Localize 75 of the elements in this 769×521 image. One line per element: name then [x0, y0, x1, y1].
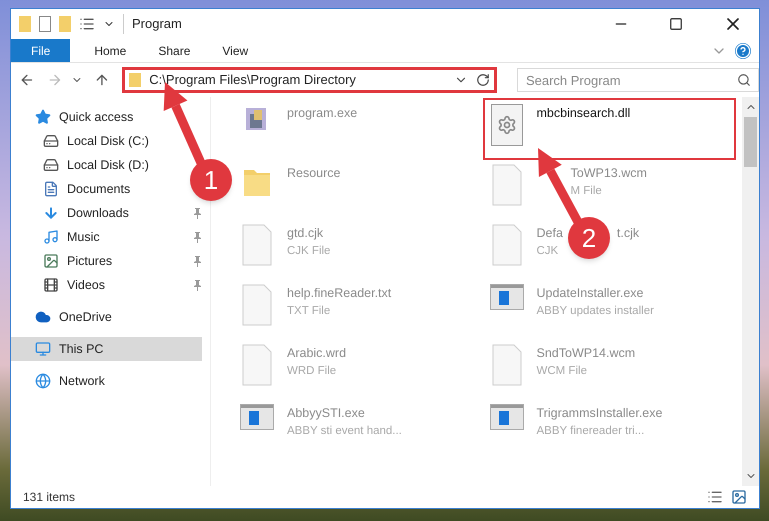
- download-icon: [43, 205, 59, 221]
- music-note-icon: [43, 229, 59, 245]
- folder-icon: [19, 16, 31, 32]
- installer-window-icon: [490, 284, 524, 310]
- scrollbar[interactable]: [742, 97, 759, 486]
- file-name: mbcbinsearch.dll: [536, 105, 630, 122]
- installer-window-icon: [490, 404, 524, 430]
- file-name: SndToWP14.wcm: [536, 345, 636, 362]
- blank-file-icon: [242, 224, 272, 266]
- ribbon-tab[interactable]: View: [206, 39, 264, 62]
- file-type: TXT File: [287, 304, 332, 319]
- file-type: CJK: [536, 244, 560, 259]
- scroll-thumb[interactable]: [744, 117, 757, 167]
- file-type: ABBY updates installer: [536, 304, 654, 319]
- sidebar-item[interactable]: Videos: [11, 273, 113, 297]
- ribbon-tab[interactable]: File: [11, 39, 70, 62]
- file-type: ABBY finereader tri...: [536, 424, 646, 439]
- document-icon: [43, 181, 59, 197]
- search-icon: [737, 73, 752, 87]
- star-icon: [35, 109, 51, 125]
- window-title: Program: [123, 14, 182, 34]
- blank-file-icon: [492, 164, 522, 206]
- maximize-icon[interactable]: [669, 17, 683, 31]
- file-name: ToWP13.wcm: [570, 165, 647, 182]
- blank-file-icon: [492, 224, 522, 266]
- file-type: CJK File: [287, 244, 330, 259]
- network-icon: [35, 373, 51, 389]
- sidebar-item[interactable]: Pictures: [11, 249, 120, 273]
- sidebar-item[interactable]: Quick access: [11, 105, 142, 129]
- folder-icon: [59, 16, 71, 32]
- sidebar-item[interactable]: Downloads: [11, 201, 137, 225]
- picture-icon: [43, 253, 59, 269]
- file-name: TrigrammsInstaller.exe: [536, 405, 662, 422]
- details-view-icon[interactable]: [707, 489, 723, 505]
- file-name: program.exe: [287, 105, 358, 122]
- file-name: Resource: [287, 165, 340, 182]
- file-name: Defa: [536, 225, 563, 242]
- blank-file-icon: [492, 344, 522, 386]
- monitor-icon: [35, 341, 51, 357]
- file-type: M File: [570, 184, 603, 199]
- file-type: ABBY sti event hand...: [287, 424, 402, 439]
- file-name: UpdateInstaller.exe: [536, 285, 645, 302]
- customize-icon[interactable]: [79, 16, 95, 32]
- sidebar-item[interactable]: Music: [11, 225, 108, 249]
- sidebar-item[interactable]: Local Disk (C:): [11, 129, 157, 153]
- blank-file-icon: [242, 284, 272, 326]
- refresh-icon[interactable]: [476, 73, 490, 87]
- file-type: WCM File: [536, 364, 588, 379]
- help-icon[interactable]: [735, 42, 751, 58]
- cloud-icon: [35, 309, 51, 325]
- sidebar-item[interactable]: Local Disk (D:): [11, 153, 157, 177]
- sidebar-item[interactable]: OneDrive: [11, 305, 120, 329]
- drive-icon: [43, 133, 59, 149]
- sidebar-item[interactable]: This PC: [11, 337, 202, 361]
- ribbon-tab[interactable]: Home: [78, 39, 142, 62]
- large-icons-view-icon[interactable]: [731, 489, 747, 505]
- blank-file-icon: [242, 344, 272, 386]
- film-icon: [43, 277, 59, 293]
- drive-icon: [43, 157, 59, 173]
- address-bar[interactable]: C:\Program Files\Program Directory: [122, 67, 497, 93]
- search-field[interactable]: Search Program: [516, 68, 760, 92]
- ribbon-tab[interactable]: Share: [142, 39, 206, 62]
- file-name: AbbyySTI.exe: [287, 405, 366, 422]
- file-name: gtd.cjk: [287, 225, 324, 242]
- file-name: Arabic.wrd: [287, 345, 346, 362]
- item-count: 131 items: [23, 489, 76, 506]
- folder-icon: [129, 73, 142, 87]
- file-name: help.fineReader.txt: [287, 285, 392, 302]
- sidebar-item[interactable]: Documents: [11, 177, 138, 201]
- sidebar-item[interactable]: Network: [11, 369, 113, 393]
- file-name: t.cjk: [616, 225, 640, 242]
- file-type: WRD File: [287, 364, 338, 379]
- back-icon[interactable]: [19, 72, 35, 88]
- settings-file-icon: [490, 104, 522, 146]
- installer-window-icon: [240, 404, 274, 430]
